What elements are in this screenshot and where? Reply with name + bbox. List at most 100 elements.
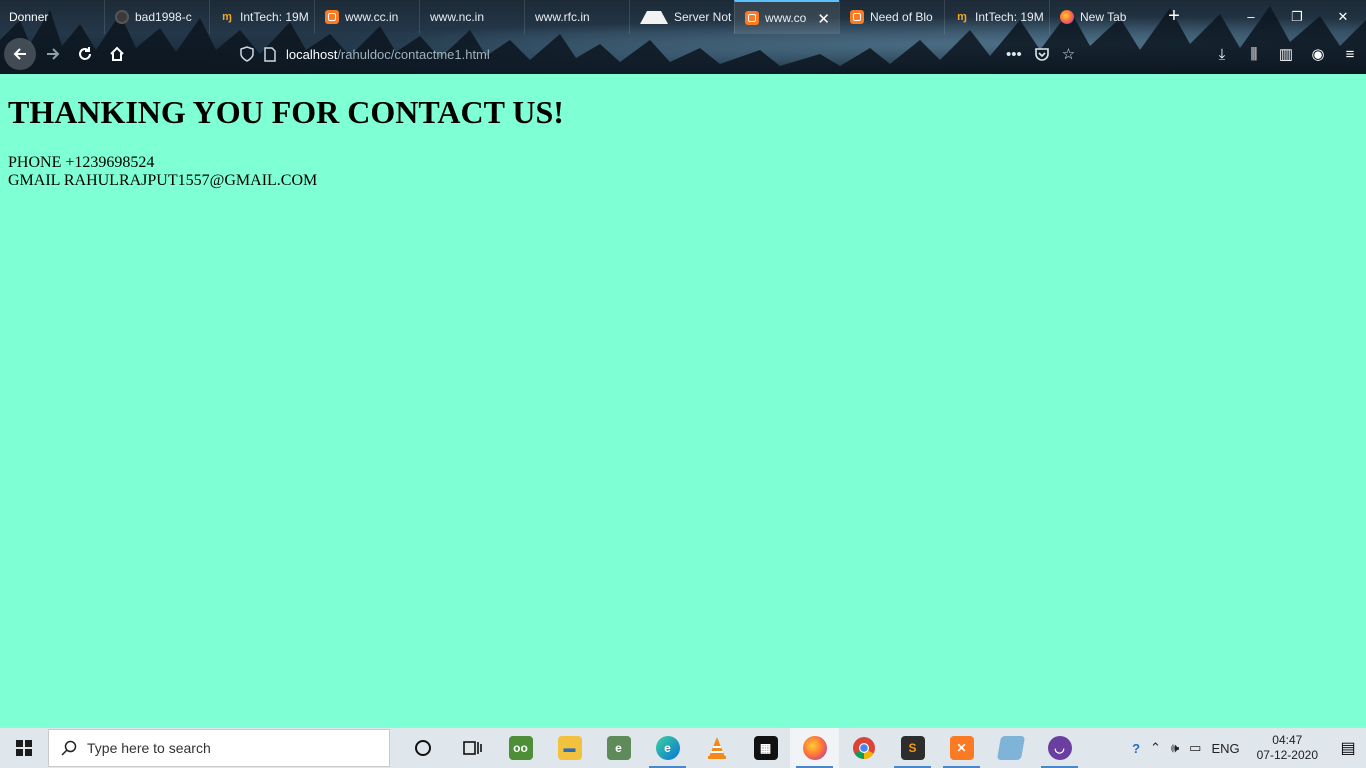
system-tray: ? ⌃ 🕪 ▭ ENG 04:47 07-12-2020 ▤ <box>1127 728 1366 768</box>
tab-need-of-blood[interactable]: Need of Blo <box>839 0 944 34</box>
notepad-icon <box>996 736 1025 760</box>
taskbar-search[interactable]: Type here to search <box>48 729 390 767</box>
url-path: /rahuldoc/contactme1.html <box>337 46 490 62</box>
url-bar[interactable]: localhost/rahuldoc/contactme1.html <box>240 39 1090 69</box>
toolbar-icons: ⤓ ⫼ ▥ ◉ ≡ <box>1206 39 1366 69</box>
minimize-button[interactable]: – <box>1228 0 1274 34</box>
shield-icon[interactable] <box>240 46 254 62</box>
taskbar-vlc[interactable] <box>692 728 741 768</box>
library-icon[interactable]: ⫼ <box>1238 46 1270 63</box>
taskbar-tripadvisor[interactable]: oo <box>496 728 545 768</box>
store-icon: ▦ <box>753 736 778 760</box>
firefox-icon <box>802 736 827 760</box>
cortana-button[interactable] <box>398 728 447 768</box>
tab-rfc[interactable]: www.rfc.in <box>524 0 629 34</box>
firefox-icon <box>1060 10 1074 24</box>
warning-icon <box>640 10 668 24</box>
windows-taskbar: Type here to search oo ▬ e e ▦ S ✕ ◡ ? ⌃… <box>0 728 1366 768</box>
tab-github[interactable]: bad1998-c <box>104 0 209 34</box>
sidebar-icon[interactable]: ▥ <box>1270 45 1302 63</box>
taskbar-store[interactable]: ▦ <box>741 728 790 768</box>
taskbar-edge[interactable]: e <box>643 728 692 768</box>
volume-icon[interactable]: 🕪 <box>1166 740 1184 756</box>
tab-label: Need of Blo <box>870 10 933 24</box>
tab-label: www.rfc.in <box>535 10 590 24</box>
language-indicator[interactable]: ENG <box>1206 741 1244 756</box>
taskbar-firefox[interactable] <box>790 728 839 768</box>
tab-inttech-2[interactable]: ɱ IntTech: 19M <box>944 0 1049 34</box>
new-tab-button[interactable]: + <box>1154 0 1194 34</box>
taskbar-vpn[interactable]: ◡ <box>1035 728 1084 768</box>
clock[interactable]: 04:47 07-12-2020 <box>1245 733 1330 763</box>
window-title: Donner <box>9 10 49 24</box>
page-info-icon[interactable] <box>264 46 276 62</box>
notification-center-icon[interactable]: ▤ <box>1330 738 1366 758</box>
clock-time: 04:47 <box>1272 733 1303 747</box>
tab-label: www.cc.in <box>345 10 399 24</box>
tab-active[interactable]: www.co ✕ <box>734 0 839 34</box>
taskbar-sublime[interactable]: S <box>888 728 937 768</box>
evernote-icon: e <box>606 736 631 760</box>
inttech-icon: ɱ <box>957 11 967 23</box>
taskbar-notepad[interactable] <box>986 728 1035 768</box>
tripadvisor-icon: oo <box>508 736 533 760</box>
arrow-left-icon <box>13 48 26 60</box>
home-button[interactable] <box>101 38 133 70</box>
navigation-toolbar: localhost/rahuldoc/contactme1.html ••• ☆… <box>0 34 1366 74</box>
start-button[interactable] <box>0 728 48 768</box>
page-content: THANKING YOU FOR CONTACT US! PHONE +1239… <box>0 74 1366 728</box>
taskbar-file-explorer[interactable]: ▬ <box>545 728 594 768</box>
tab-new-tab[interactable]: New Tab <box>1049 0 1154 34</box>
task-view-icon <box>462 741 482 755</box>
menu-icon[interactable]: ≡ <box>1334 46 1366 63</box>
cortana-icon <box>414 740 431 756</box>
xampp-icon <box>325 10 339 24</box>
tab-strip: Donner bad1998-c ɱ IntTech: 19M www.cc.i… <box>0 0 1366 34</box>
close-window-button[interactable]: ✕ <box>1320 0 1366 34</box>
task-view-button[interactable] <box>447 728 496 768</box>
back-button[interactable] <box>4 38 36 70</box>
arrow-right-icon <box>47 48 60 60</box>
forward-button[interactable] <box>37 38 69 70</box>
edge-icon: e <box>655 736 680 760</box>
taskbar-evernote[interactable]: e <box>594 728 643 768</box>
downloads-icon[interactable]: ⤓ <box>1206 46 1238 63</box>
xampp-icon <box>745 11 759 25</box>
inttech-icon: ɱ <box>222 11 232 23</box>
tab-label: IntTech: 19M <box>975 10 1044 24</box>
github-icon <box>115 10 129 24</box>
pocket-icon[interactable] <box>1034 46 1050 62</box>
bookmark-star-icon[interactable]: ☆ <box>1062 45 1075 63</box>
taskbar-chrome[interactable] <box>839 728 888 768</box>
phone-line: PHONE +1239698524 <box>8 154 155 171</box>
help-icon[interactable]: ? <box>1127 741 1145 756</box>
xampp-icon <box>850 10 864 24</box>
tab-label: www.nc.in <box>430 10 485 24</box>
tab-label: bad1998-c <box>135 10 192 24</box>
reload-button[interactable] <box>69 38 101 70</box>
home-icon <box>110 46 124 61</box>
search-placeholder: Type here to search <box>87 740 211 756</box>
clock-date: 07-12-2020 <box>1256 748 1318 762</box>
tab-server-not-found[interactable]: Server Not F <box>629 0 734 34</box>
windows-logo-icon <box>16 740 32 756</box>
search-icon <box>61 740 77 756</box>
page-heading: THANKING YOU FOR CONTACT US! <box>8 94 564 130</box>
tab-nc[interactable]: www.nc.in <box>419 0 524 34</box>
page-actions-icon[interactable]: ••• <box>1006 46 1022 63</box>
taskbar-xampp[interactable]: ✕ <box>937 728 986 768</box>
battery-icon[interactable]: ▭ <box>1184 740 1206 756</box>
tab-cc[interactable]: www.cc.in <box>314 0 419 34</box>
tab-inttech[interactable]: ɱ IntTech: 19M <box>209 0 314 34</box>
account-icon[interactable]: ◉ <box>1302 45 1334 63</box>
folder-icon: ▬ <box>557 736 582 760</box>
browser-chrome: Donner bad1998-c ɱ IntTech: 19M www.cc.i… <box>0 0 1366 74</box>
tab-label: IntTech: 19M <box>240 10 309 24</box>
tab-close-icon[interactable]: ✕ <box>817 10 830 28</box>
sublime-icon: S <box>900 736 925 760</box>
chevron-up-icon[interactable]: ⌃ <box>1145 740 1166 756</box>
url-text[interactable]: localhost/rahuldoc/contactme1.html <box>286 47 490 62</box>
vlc-icon <box>707 737 726 759</box>
contact-info: PHONE +1239698524 GMAIL RAHULRAJPUT1557@… <box>8 154 317 190</box>
maximize-button[interactable]: ❐ <box>1274 0 1320 34</box>
